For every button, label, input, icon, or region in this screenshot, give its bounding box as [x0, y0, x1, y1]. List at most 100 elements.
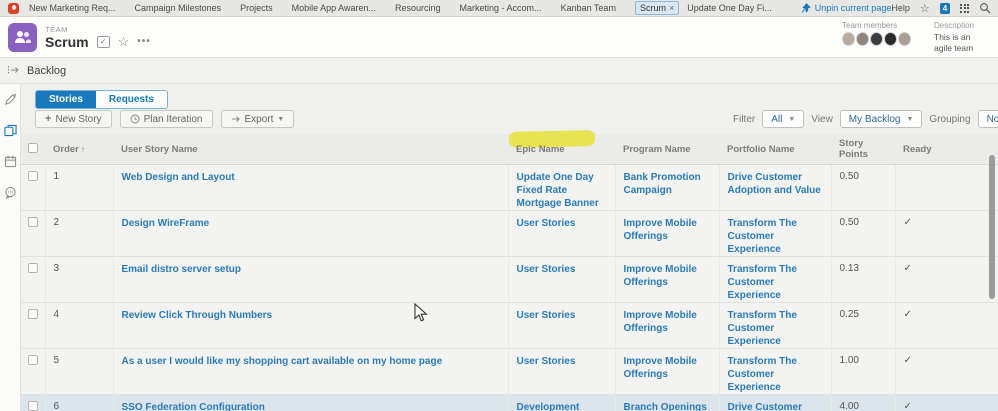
column-header-portfolio-name[interactable]: Portfolio Name: [719, 134, 831, 165]
column-header-epic-name[interactable]: Epic Name: [508, 130, 615, 165]
search-icon[interactable]: [979, 2, 991, 14]
avatar[interactable]: [842, 31, 855, 46]
row-story-points: 1.00: [831, 348, 896, 395]
program-link[interactable]: Branch Openings: [624, 401, 707, 411]
close-tab-icon[interactable]: ×: [669, 3, 674, 13]
program-link[interactable]: Improve Mobile Offerings: [624, 217, 711, 243]
topbar-tab-scrum-active[interactable]: Scrum ×: [634, 1, 680, 15]
toolbar-right: Filter All ▼ View My Backlog ▼ Grouping …: [733, 110, 998, 128]
program-link[interactable]: Improve Mobile Offerings: [624, 355, 711, 381]
view-dropdown[interactable]: My Backlog ▼: [839, 110, 923, 128]
export-label: Export: [244, 113, 274, 125]
portfolio-link[interactable]: Transform The Customer Experience: [728, 217, 823, 256]
row-checkbox[interactable]: [28, 401, 38, 411]
topbar-tab-marketing-accom[interactable]: Marketing - Accom...: [460, 3, 542, 13]
select-all-checkbox[interactable]: [28, 142, 38, 153]
epic-link[interactable]: Development Product Backlog: [517, 401, 607, 411]
table-row[interactable]: 1 Web Design and Layout Update One Day F…: [20, 164, 998, 211]
topbar-tab-campaign-milestones[interactable]: Campaign Milestones: [135, 3, 222, 13]
column-header-program-name[interactable]: Program Name: [615, 134, 719, 165]
app-logo-icon[interactable]: [8, 2, 19, 14]
column-header-ready[interactable]: Ready: [895, 134, 998, 165]
new-story-button[interactable]: + New Story: [35, 110, 112, 128]
team-avatar-icon: [8, 22, 37, 52]
row-ready-check: ✓: [895, 256, 998, 303]
help-link[interactable]: Help: [891, 3, 910, 13]
conversations-icon[interactable]: [4, 186, 17, 199]
table-row-hovered[interactable]: 6 SSO Federation Configuration Developme…: [20, 394, 998, 411]
plan-iteration-label: Plan Iteration: [143, 113, 203, 125]
topbar-tab-update-one-day[interactable]: Update One Day Fi...: [687, 3, 772, 13]
epic-link[interactable]: Update One Day Fixed Rate Mortgage Banne…: [517, 171, 607, 210]
topbar-tab-kanban-team[interactable]: Kanban Team: [561, 3, 616, 13]
planning-pen-icon[interactable]: [4, 93, 17, 106]
row-checkbox[interactable]: [28, 217, 38, 227]
table-row[interactable]: 5 As a user I would like my shopping car…: [20, 348, 998, 395]
topbar-tab-new-marketing-req[interactable]: New Marketing Req...: [29, 3, 116, 13]
row-order: 2: [45, 210, 114, 257]
epic-link[interactable]: User Stories: [517, 309, 576, 322]
backlog-cards-icon[interactable]: [3, 124, 17, 137]
row-checkbox[interactable]: [28, 355, 38, 365]
vertical-scrollbar[interactable]: [989, 155, 995, 299]
new-story-label: New Story: [55, 113, 102, 125]
topbar-tab-resourcing[interactable]: Resourcing: [395, 3, 441, 13]
favorite-star-icon[interactable]: ☆: [920, 2, 930, 15]
export-button[interactable]: Export ▼: [220, 110, 295, 128]
story-link[interactable]: As a user I would like my shopping cart …: [122, 355, 443, 368]
row-checkbox[interactable]: [28, 171, 38, 181]
topbar-tab-mobile-app-awareness[interactable]: Mobile App Awaren...: [292, 3, 376, 13]
row-checkbox[interactable]: [28, 309, 38, 319]
row-story-points: 0.25: [831, 302, 896, 349]
epic-link[interactable]: User Stories: [517, 217, 576, 230]
story-link[interactable]: Design WireFrame: [122, 217, 210, 230]
portfolio-link[interactable]: Transform The Customer Experience: [728, 355, 823, 394]
tab-stories[interactable]: Stories: [36, 91, 96, 108]
avatar[interactable]: [856, 31, 869, 46]
more-options-button[interactable]: •••: [137, 36, 151, 47]
calendar-icon[interactable]: [4, 155, 17, 168]
row-order: 3: [45, 256, 114, 303]
description-label: Description: [934, 20, 975, 30]
app-grid-icon[interactable]: [960, 3, 970, 13]
epic-link[interactable]: User Stories: [517, 263, 576, 276]
top-tab-bar: New Marketing Req... Campaign Milestones…: [0, 0, 998, 17]
select-team-dropdown[interactable]: ✓: [96, 35, 110, 48]
story-link[interactable]: Web Design and Layout: [122, 171, 235, 184]
table-header-row: Order ↑ User Story Name Epic Name Program…: [20, 130, 998, 165]
team-members-avatars[interactable]: [842, 31, 912, 46]
avatar[interactable]: [898, 31, 911, 46]
unpin-current-page-button[interactable]: Unpin current page: [801, 3, 891, 13]
table-row[interactable]: 4 Review Click Through Numbers User Stor…: [20, 302, 998, 349]
row-order: 4: [45, 302, 114, 349]
portfolio-link[interactable]: Transform The Customer Experience: [728, 309, 823, 348]
table-row[interactable]: 2 Design WireFrame User Stories Improve …: [20, 210, 998, 257]
program-link[interactable]: Bank Promotion Campaign: [624, 171, 711, 197]
favorite-team-star-icon[interactable]: ☆: [118, 34, 130, 50]
program-link[interactable]: Improve Mobile Offerings: [624, 263, 711, 289]
portfolio-link[interactable]: Transform The Customer Experience: [728, 263, 823, 302]
avatar[interactable]: [870, 31, 883, 46]
backlog-grid: Order ↑ User Story Name Epic Name Program…: [20, 130, 998, 411]
column-header-story-points[interactable]: Story Points: [831, 134, 895, 165]
avatar[interactable]: [884, 31, 897, 46]
filter-dropdown[interactable]: All ▼: [762, 110, 805, 128]
story-link[interactable]: Review Click Through Numbers: [122, 309, 273, 322]
column-header-user-story-name[interactable]: User Story Name: [113, 134, 508, 165]
epic-link[interactable]: User Stories: [517, 355, 576, 368]
collapse-panel-icon[interactable]: [7, 65, 20, 76]
portfolio-link[interactable]: Drive Customer Adoption and Value: [728, 171, 823, 197]
row-story-points: 0.50: [831, 210, 896, 257]
row-checkbox[interactable]: [28, 263, 38, 273]
story-link[interactable]: Email distro server setup: [122, 263, 242, 276]
story-link[interactable]: SSO Federation Configuration: [122, 401, 265, 411]
column-header-order[interactable]: Order ↑: [45, 134, 113, 165]
tab-requests[interactable]: Requests: [95, 91, 167, 108]
grouping-dropdown[interactable]: Nothing ▼: [977, 110, 998, 128]
topbar-tab-projects[interactable]: Projects: [240, 3, 273, 13]
portfolio-link[interactable]: Drive Customer Adoption and Value: [728, 401, 823, 411]
program-link[interactable]: Improve Mobile Offerings: [624, 309, 711, 335]
notification-badge[interactable]: 4: [939, 2, 951, 14]
table-row[interactable]: 3 Email distro server setup User Stories…: [20, 256, 998, 303]
plan-iteration-button[interactable]: Plan Iteration: [119, 110, 213, 128]
